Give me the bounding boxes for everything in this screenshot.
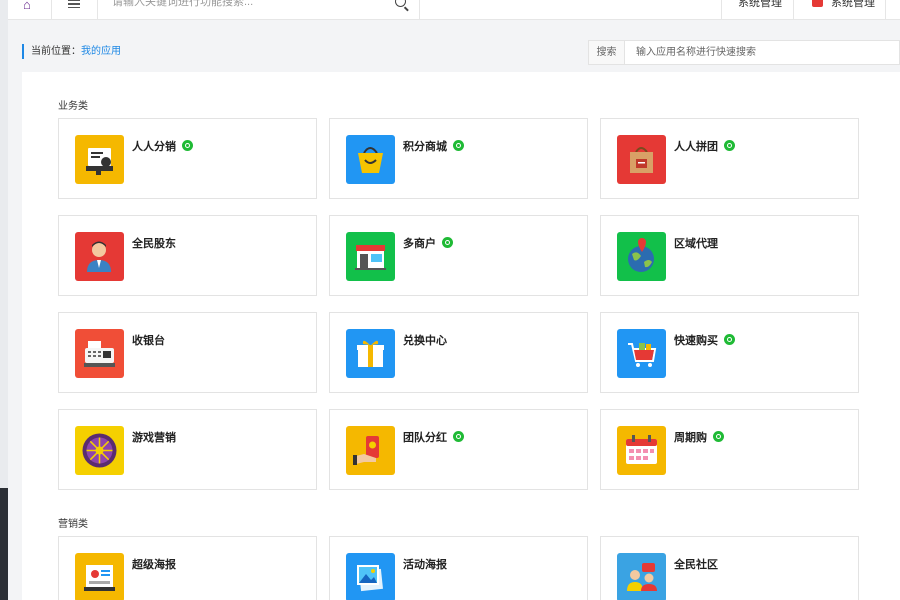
app-name: 兑换中心	[403, 335, 447, 347]
app-name: 游戏营销	[132, 432, 176, 444]
app-name: 人人分销	[132, 141, 176, 153]
app-name: 超级海报	[132, 559, 176, 571]
app-name: 团队分红	[403, 432, 447, 444]
miniprogram-icon	[453, 431, 464, 442]
storefront-icon	[346, 232, 395, 281]
app-card-exchange-center[interactable]: 兑换中心	[329, 312, 588, 393]
cash-register-icon	[75, 329, 124, 378]
quick-search: 搜索	[588, 40, 900, 65]
app-name: 人人拼团	[674, 141, 718, 153]
system-management-label-2: 系统管理	[831, 0, 875, 9]
shopping-cart-icon	[617, 329, 666, 378]
app-name: 多商户	[403, 238, 436, 250]
gift-box-icon	[346, 329, 395, 378]
app-name: 全民股东	[132, 238, 176, 250]
section-title-business: 业务类	[58, 101, 88, 112]
app-card-cashier[interactable]: 收银台	[58, 312, 317, 393]
globe-pin-icon	[617, 232, 666, 281]
app-name: 活动海报	[403, 559, 447, 571]
app-name: 快速购买	[674, 335, 718, 347]
system-management-label: 系统管理	[738, 0, 782, 9]
calendar-icon	[617, 426, 666, 475]
app-card-periodic-buy[interactable]: 周期购	[600, 409, 859, 490]
app-card-regional-agent[interactable]: 区域代理	[600, 215, 859, 296]
home-button[interactable]: ⌂	[8, 0, 52, 20]
app-card-team-bonus[interactable]: 团队分红	[329, 409, 588, 490]
app-name: 收银台	[132, 335, 165, 347]
miniprogram-icon	[182, 140, 193, 151]
quick-search-input[interactable]	[626, 41, 896, 64]
shopping-bag-icon	[346, 135, 395, 184]
breadcrumb-current-link[interactable]: 我的应用	[81, 46, 121, 57]
app-card-game-marketing[interactable]: 游戏营销	[58, 409, 317, 490]
system-management-button[interactable]: 系统管理	[721, 0, 793, 20]
app-card-shareholder[interactable]: 全民股东	[58, 215, 317, 296]
shop-icon	[812, 0, 823, 7]
poster-icon	[75, 553, 124, 600]
app-card-multi-merchant[interactable]: 多商户	[329, 215, 588, 296]
section-title-marketing: 营销类	[58, 519, 88, 530]
top-bar: ⌂ 请输入关键词进行功能搜索... 系统管理 系统管理	[8, 0, 900, 20]
system-management-button-2[interactable]: 系统管理	[793, 0, 886, 20]
home-icon: ⌂	[23, 0, 31, 12]
breadcrumb-prefix: 当前位置：	[31, 46, 81, 57]
photo-poster-icon	[346, 553, 395, 600]
app-panel: 业务类 营销类 人人分销 积分商城 人人拼团 全民股东 多商户 区域代理 收银台…	[22, 72, 900, 600]
app-card-activity-poster[interactable]: 活动海报	[329, 536, 588, 600]
hamburger-menu-icon	[68, 0, 80, 8]
search-icon[interactable]	[395, 0, 406, 7]
app-card-community[interactable]: 全民社区	[600, 536, 859, 600]
group-buy-bag-icon	[617, 135, 666, 184]
prize-wheel-icon	[75, 426, 124, 475]
miniprogram-icon	[442, 237, 453, 248]
breadcrumb: 当前位置：我的应用	[22, 44, 121, 59]
red-envelope-icon	[346, 426, 395, 475]
distribution-icon	[75, 135, 124, 184]
quick-search-label[interactable]: 搜索	[589, 41, 625, 64]
app-name: 区域代理	[674, 238, 718, 250]
app-card-group-buy[interactable]: 人人拼团	[600, 118, 859, 199]
app-name: 全民社区	[674, 559, 718, 571]
miniprogram-icon	[724, 140, 735, 151]
window-left-edge-light	[0, 0, 8, 488]
app-card-points-mall[interactable]: 积分商城	[329, 118, 588, 199]
miniprogram-icon	[713, 431, 724, 442]
app-card-super-poster[interactable]: 超级海报	[58, 536, 317, 600]
app-card-distribution[interactable]: 人人分销	[58, 118, 317, 199]
app-name: 周期购	[674, 432, 707, 444]
community-icon	[617, 553, 666, 600]
function-search-box[interactable]: 请输入关键词进行功能搜索...	[98, 0, 420, 20]
window-left-edge	[0, 0, 8, 600]
app-name: 积分商城	[403, 141, 447, 153]
app-card-quick-buy[interactable]: 快速购买	[600, 312, 859, 393]
miniprogram-icon	[724, 334, 735, 345]
miniprogram-icon	[453, 140, 464, 151]
shareholder-icon	[75, 232, 124, 281]
function-search-input[interactable]: 请输入关键词进行功能搜索...	[112, 0, 253, 9]
menu-toggle-button[interactable]	[52, 0, 98, 20]
